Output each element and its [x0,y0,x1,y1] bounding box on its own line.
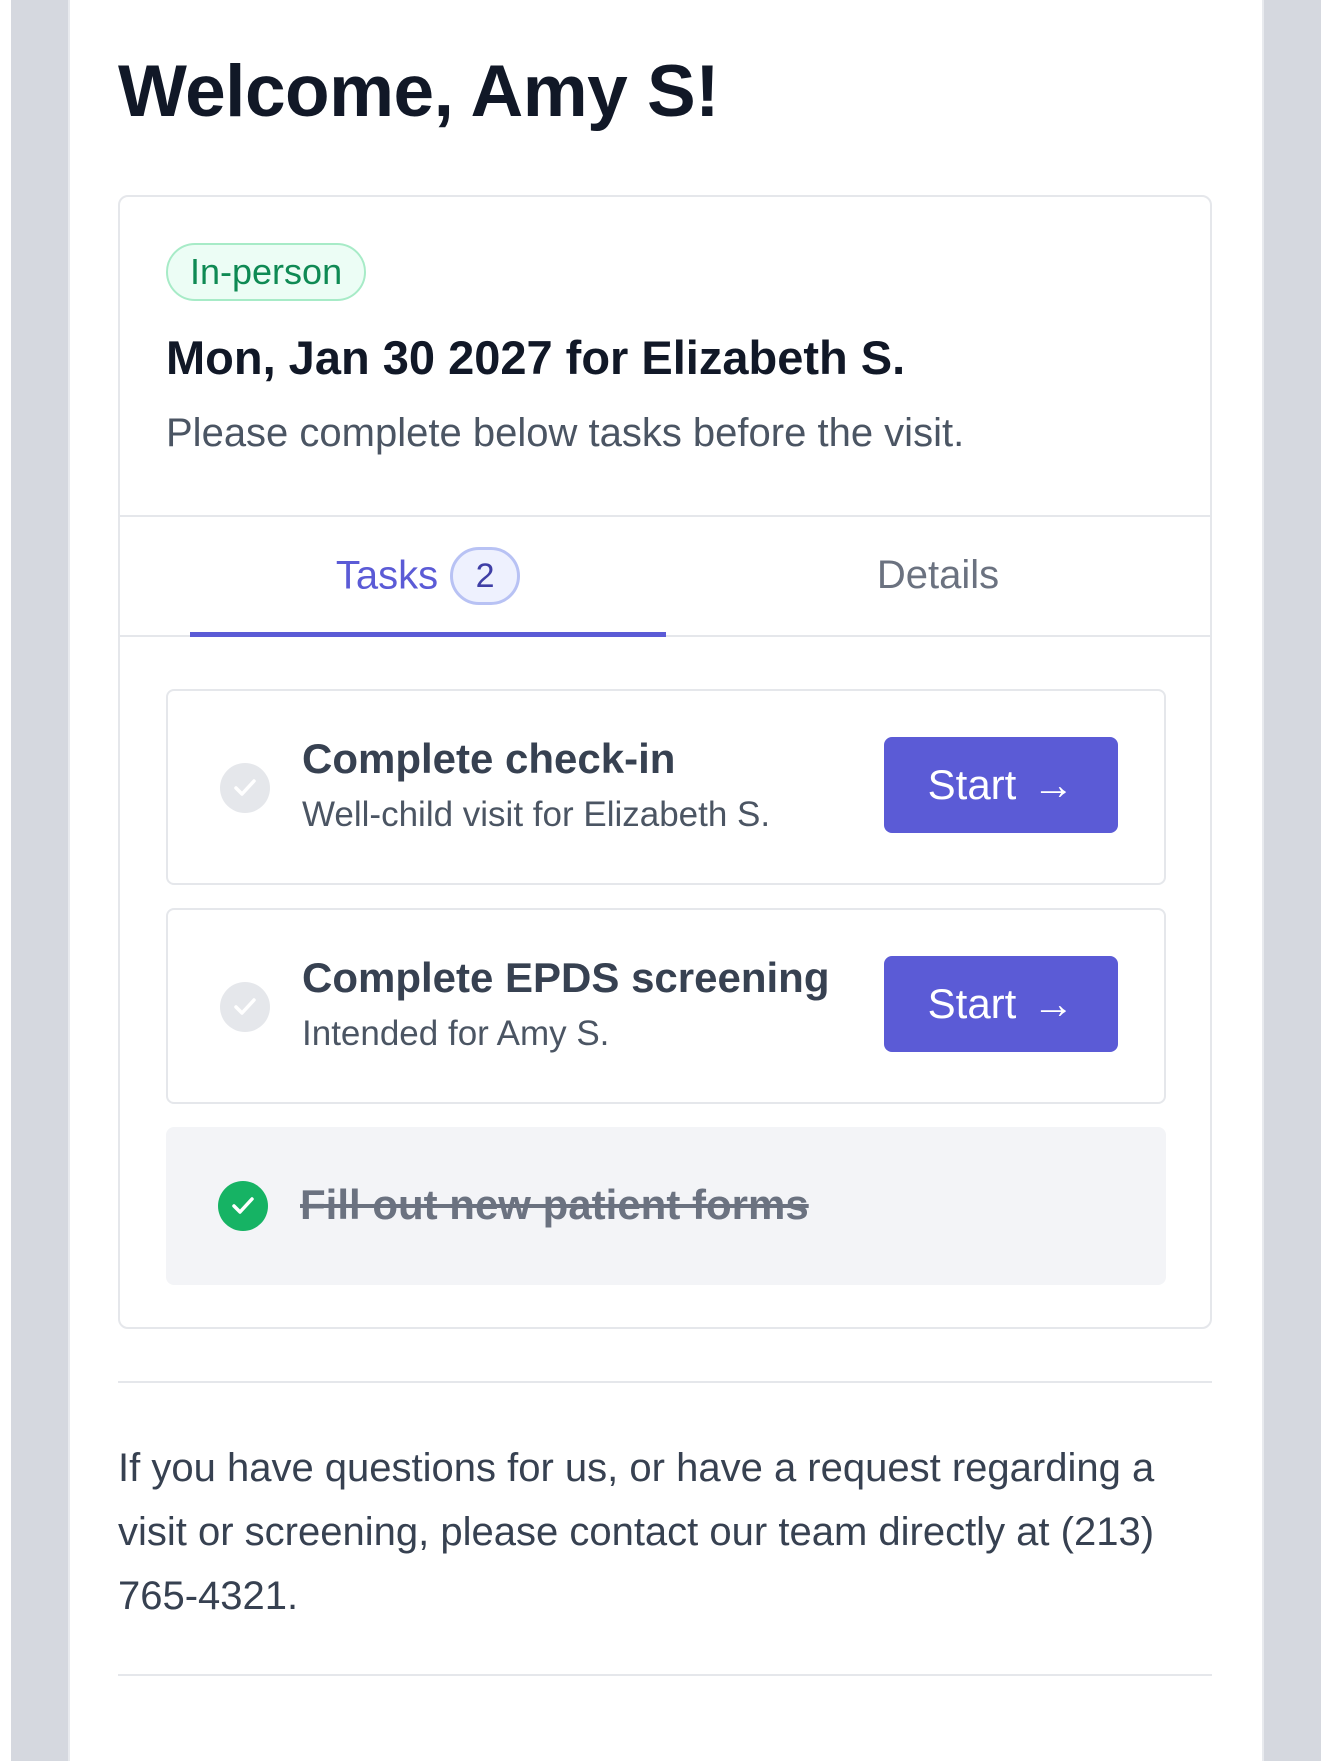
start-button-label: Start [927,761,1017,808]
visit-date: Mon, Jan 30 2027 for Elizabeth S. [166,331,906,384]
check-icon [220,763,270,813]
completed-task-title: Fill out new patient forms [300,1181,809,1228]
completed-task-item: Fill out new patient forms [166,1127,1166,1285]
tab-tasks[interactable]: Tasks 2 [190,517,666,637]
tab-bar: Tasks 2 Details [120,515,1210,637]
start-epds-button[interactable]: Start → [884,956,1118,1052]
right-backdrop-fill [1264,0,1321,1761]
task-item: Complete EPDS screening Intended for Amy… [166,908,1166,1104]
active-tab-indicator [190,632,666,637]
task-title: Complete EPDS screening [302,954,830,1001]
visit-type-badge: In-person [166,243,367,301]
left-backdrop-fill [11,0,68,1761]
contact-info: If you have questions for us, or have a … [118,1446,1155,1618]
tab-tasks-label: Tasks [335,553,439,598]
visit-card: In-person Mon, Jan 30 2027 for Elizabeth… [118,195,1212,1329]
divider [118,1381,1212,1383]
tab-details[interactable]: Details [666,517,1210,635]
right-backdrop [1264,0,1332,1761]
task-subtitle: Intended for Amy S. [302,1014,610,1053]
main-content: Welcome, Amy S! In-person Mon, Jan 30 20… [70,0,1262,1761]
start-button-label: Start [927,980,1017,1027]
divider [118,1674,1212,1676]
task-item: Complete check-in Well-child visit for E… [166,689,1166,885]
left-backdrop [0,0,68,1761]
tab-tasks-content: Tasks 2 [190,547,666,605]
task-subtitle: Well-child visit for Elizabeth S. [302,795,771,834]
tab-details-label: Details [876,553,1000,597]
visit-instructions: Please complete below tasks before the v… [166,411,965,455]
check-icon [220,982,270,1032]
task-title: Complete check-in [302,735,676,782]
check-circle-icon [218,1181,268,1231]
page-title: Welcome, Amy S! [118,51,720,132]
tasks-count-badge: 2 [450,547,521,605]
arrow-right-icon: → [1032,761,1075,808]
arrow-right-icon: → [1032,980,1075,1027]
start-check-in-button[interactable]: Start → [884,737,1118,833]
